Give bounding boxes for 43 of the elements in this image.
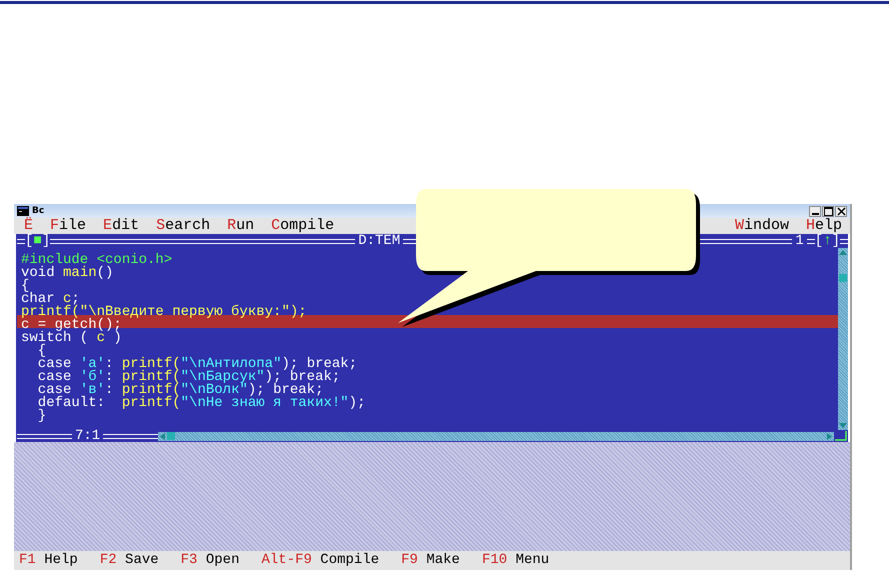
code-line: default: printf("\nНе знаю я таких!"); <box>36 397 366 410</box>
file-title: D:TEM <box>357 234 402 248</box>
window-number: 1 <box>794 234 805 248</box>
menu-item[interactable]: Run <box>227 218 254 234</box>
shortcut-hint[interactable]: F9 Make <box>401 551 460 570</box>
minimize-icon <box>812 212 818 214</box>
maximize-icon <box>824 206 832 216</box>
code-line: void main() <box>21 267 114 280</box>
scroll-thumb[interactable] <box>167 432 176 440</box>
minimize-button[interactable] <box>809 206 821 216</box>
close-button[interactable] <box>835 206 847 216</box>
code-line: switch ( c ) <box>21 332 122 345</box>
vertical-scrollbar[interactable] <box>838 248 848 430</box>
shortcut-hint[interactable]: Alt-F9 Compile <box>261 551 380 570</box>
code-line: char c; <box>21 293 80 306</box>
shortcut-hint[interactable]: F10 Menu <box>482 551 550 570</box>
menu-item[interactable]: Edit <box>103 218 140 234</box>
menu-item[interactable]: Window <box>734 218 789 234</box>
maximize-button[interactable] <box>822 206 834 216</box>
code-line: #include <conio.h> <box>21 254 172 267</box>
code-line: case 'б': printf("\nБарсук"); break; <box>36 371 340 384</box>
zoom-box[interactable]: [↑] <box>814 234 840 248</box>
cursor-position: 7:1 <box>74 429 102 443</box>
shortcut-hint[interactable]: F1 Help <box>19 551 78 570</box>
scroll-thumb[interactable] <box>839 274 847 282</box>
menu-item[interactable]: File <box>50 218 86 234</box>
shortcut-hint[interactable]: F2 Save <box>100 551 159 570</box>
console-icon <box>17 206 29 216</box>
menu-item[interactable]: Help <box>806 218 842 234</box>
menu-item[interactable]: Ё <box>24 218 34 234</box>
menu-item[interactable]: Compile <box>271 218 334 234</box>
window-title: Bc <box>32 206 44 216</box>
code-line: { <box>21 280 30 293</box>
shortcut-hint[interactable]: F3 Open <box>180 551 240 570</box>
horizontal-scrollbar[interactable] <box>158 432 834 440</box>
code-line: case 'а': printf("\nАнтилопа"); break; <box>36 358 358 371</box>
close-box[interactable]: [■] <box>25 234 50 248</box>
code-line: } <box>36 410 46 423</box>
menu-item[interactable]: Search <box>156 218 210 234</box>
resize-corner-icon[interactable] <box>834 430 848 442</box>
code-line: { <box>36 345 46 358</box>
code-line: case 'в': printf("\nВолк"); break; <box>36 384 324 397</box>
close-icon <box>836 206 846 216</box>
